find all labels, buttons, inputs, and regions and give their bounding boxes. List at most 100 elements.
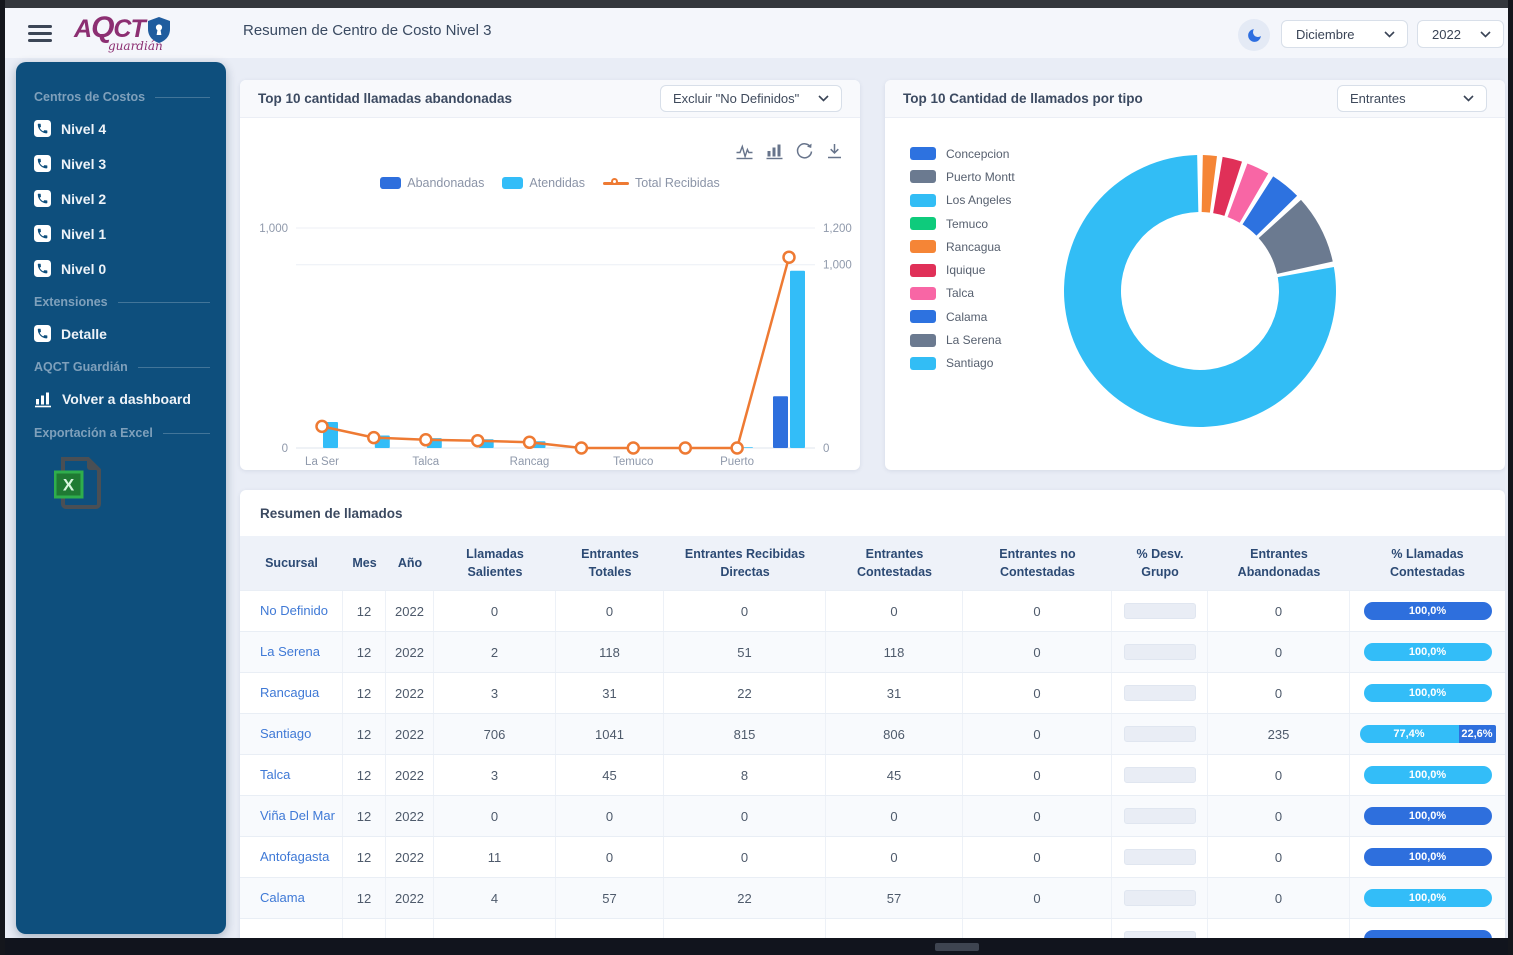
window-bottom-edge	[0, 938, 1513, 955]
pct-contestadas-bar: 100,0%	[1364, 684, 1492, 702]
cell-sucursal[interactable]: Santiago	[240, 714, 343, 754]
calls-by-type-card: Top 10 Cantidad de llamados por tipo Ent…	[885, 80, 1505, 470]
cell-no_contestadas: 0	[963, 755, 1112, 795]
legend-swatch	[910, 217, 936, 230]
cell-abandonadas: 0	[1208, 673, 1350, 713]
call-type-select[interactable]: Entrantes	[1337, 85, 1487, 112]
hamburger-menu-icon[interactable]	[28, 25, 52, 42]
sidebar-section-title: Extensiones	[34, 295, 108, 309]
column-header-a-o: Año	[386, 536, 434, 590]
cell-no_contestadas: 0	[963, 796, 1112, 836]
donut-legend-item-iquique[interactable]: Iquique	[910, 258, 1015, 281]
legend-item-atendidas[interactable]: Atendidas	[502, 176, 585, 190]
bar-chart-icon	[34, 390, 52, 408]
dark-mode-toggle[interactable]	[1238, 19, 1270, 51]
donut-legend: Concepcion Puerto MonttLos AngelesTemuco R…	[910, 142, 1015, 375]
svg-text:Rancag: Rancag	[510, 456, 550, 468]
donut-legend-item-puerto-montt[interactable]: Puerto Montt	[910, 165, 1015, 188]
cell-pct: 100,0%	[1350, 796, 1505, 836]
sidebar-item-nivel-1[interactable]: Nivel 1	[34, 225, 210, 242]
year-select[interactable]: 2022	[1417, 20, 1504, 48]
legend-label: Calama	[946, 310, 987, 324]
legend-label: Abandonadas	[407, 176, 484, 190]
cell-sucursal[interactable]: Calama	[240, 878, 343, 918]
phone-icon	[34, 260, 51, 277]
sidebar-item-nivel-3[interactable]: Nivel 3	[34, 155, 210, 172]
legend-item-total-recibidas[interactable]: Total Recibidas	[603, 176, 720, 190]
sidebar-item-volver-a-dashboard[interactable]: Volver a dashboard	[34, 390, 210, 408]
table-row-rancagua: Rancagua122022331223100100,0%	[240, 672, 1505, 713]
cell-totales: 0	[556, 837, 664, 877]
cell-recibidas_directas: 22	[664, 673, 826, 713]
excel-export-icon[interactable]: X	[54, 456, 210, 510]
donut-legend-item-concepcion[interactable]: Concepcion	[910, 142, 1015, 165]
donut-legend-item-los-angeles[interactable]: Los Angeles	[910, 189, 1015, 212]
sidebar-section-header: Exportación a Excel	[34, 426, 210, 440]
cell-abandonadas: 0	[1208, 632, 1350, 672]
cell-sucursal[interactable]: Talca	[240, 755, 343, 795]
sidebar-section-aqct-guardi-n: AQCT Guardián Volver a dashboard	[34, 360, 210, 408]
calls-by-type-card-body: Concepcion Puerto MonttLos AngelesTemuco R…	[885, 118, 1505, 469]
column-header-llamadas-contestadas: % LlamadasContestadas	[1350, 536, 1505, 590]
cell-sucursal[interactable]: Rancagua	[240, 673, 343, 713]
donut-legend-item-talca[interactable]: Talca	[910, 282, 1015, 305]
table-row-santiago: Santiago1220227061041815806023577,4%22,6…	[240, 713, 1505, 754]
legend-label: Rancagua	[946, 240, 1001, 254]
cell-abandonadas: 0	[1208, 796, 1350, 836]
cell-mes: 12	[343, 591, 386, 631]
window-right-edge	[1508, 0, 1513, 955]
column-header-entrantes-recibidas-directas: Entrantes RecibidasDirectas	[664, 536, 826, 590]
svg-text:Temuco: Temuco	[613, 456, 653, 468]
donut-legend-item-santiago[interactable]: Santiago	[910, 352, 1015, 375]
sidebar-section-header: AQCT Guardián	[34, 360, 210, 374]
phone-icon	[34, 225, 51, 242]
cell-pct: 100,0%	[1350, 591, 1505, 631]
cell-recibidas_directas: 0	[664, 837, 826, 877]
cell-recibidas_directas: 0	[664, 591, 826, 631]
cell-sucursal[interactable]: Antofagasta	[240, 837, 343, 877]
cell-ano: 2022	[386, 632, 434, 672]
legend-item-abandonadas[interactable]: Abandonadas	[380, 176, 484, 190]
year-select-value: 2022	[1432, 27, 1461, 42]
cell-sucursal[interactable]: Viña Del Mar	[240, 796, 343, 836]
cell-totales: 57	[556, 878, 664, 918]
refresh-icon[interactable]	[795, 142, 814, 161]
svg-text:X: X	[63, 476, 75, 495]
legend-swatch	[910, 170, 936, 183]
phone-icon	[34, 155, 51, 172]
bar-chart-icon[interactable]	[765, 142, 784, 161]
sidebar-item-nivel-4[interactable]: Nivel 4	[34, 120, 210, 137]
cell-sucursal[interactable]: No Definido	[240, 591, 343, 631]
sidebar-section-exportaci-n-a-excel: Exportación a Excel X	[34, 426, 210, 510]
cell-desv_grupo	[1112, 755, 1208, 795]
download-icon[interactable]	[825, 142, 844, 161]
cell-totales: 0	[556, 796, 664, 836]
column-header-entrantes-totales: EntrantesTotales	[556, 536, 664, 590]
sidebar-section-divider	[163, 433, 210, 434]
cell-sucursal[interactable]: La Serena	[240, 632, 343, 672]
donut-legend-item-la-serena[interactable]: La Serena	[910, 328, 1015, 351]
line-chart-icon[interactable]	[735, 142, 754, 161]
desv-grupo-bar	[1124, 890, 1196, 906]
cell-no_contestadas: 0	[963, 673, 1112, 713]
pct-contestadas-bar: 77,4%22,6%	[1360, 725, 1496, 743]
call-type-value: Entrantes	[1350, 91, 1406, 106]
sidebar-section-divider	[138, 367, 210, 368]
cell-ano: 2022	[386, 673, 434, 713]
legend-swatch	[603, 182, 629, 185]
legend-label: Concepcion	[946, 147, 1009, 161]
donut-legend-item-calama[interactable]: Calama	[910, 305, 1015, 328]
cell-pct: 100,0%	[1350, 632, 1505, 672]
donut-legend-item-rancagua[interactable]: Rancagua	[910, 235, 1015, 258]
exclude-filter-select[interactable]: Excluir "No Definidos"	[660, 85, 842, 112]
donut-legend-item-temuco[interactable]: Temuco	[910, 212, 1015, 235]
sidebar-item-nivel-2[interactable]: Nivel 2	[34, 190, 210, 207]
month-select[interactable]: Diciembre	[1281, 20, 1408, 48]
svg-text:1,000: 1,000	[823, 260, 852, 272]
cell-no_contestadas: 0	[963, 591, 1112, 631]
summary-table-title: Resumen de llamados	[240, 490, 1505, 536]
sidebar-item-nivel-0[interactable]: Nivel 0	[34, 260, 210, 277]
column-header-mes: Mes	[343, 536, 386, 590]
cell-salientes: 3	[434, 673, 556, 713]
sidebar-item-detalle[interactable]: Detalle	[34, 325, 210, 342]
